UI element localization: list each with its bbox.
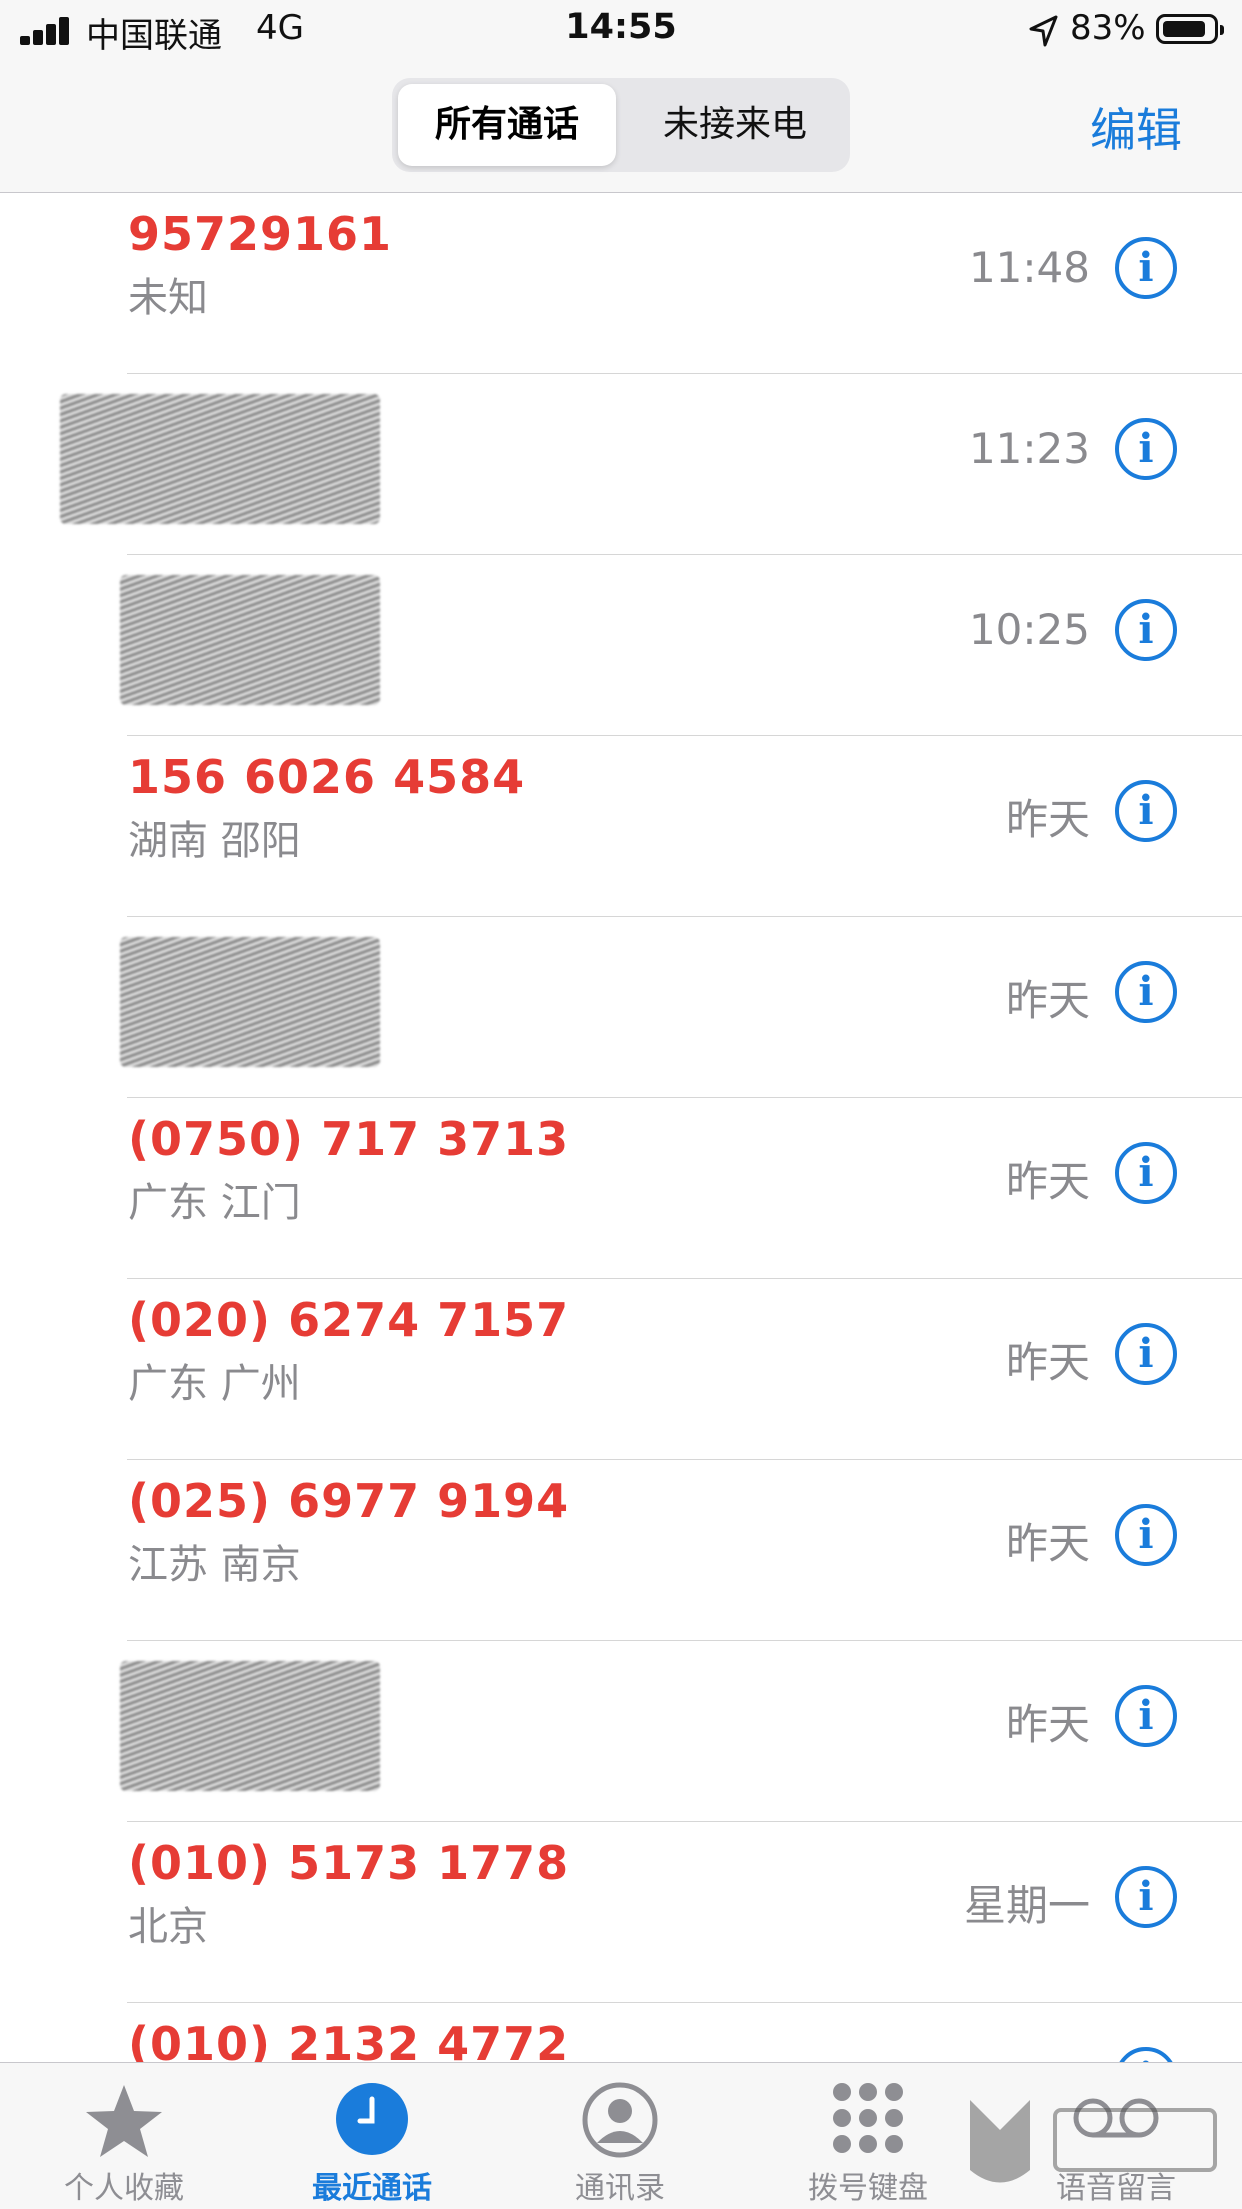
status-bar: 中国联通 4G 14:55 83%: [0, 0, 1242, 62]
call-time: 星期一: [963, 1881, 1090, 1930]
edit-button[interactable]: 编辑: [1090, 94, 1182, 160]
caller-location: 广东 江门: [128, 1180, 301, 1226]
call-row[interactable]: 11:23 i: [0, 374, 1242, 555]
call-time: 11:48: [968, 243, 1090, 292]
caller-location: 北京: [128, 1904, 208, 1950]
caller-number: (020) 6274 7157: [128, 1293, 570, 1347]
info-icon[interactable]: i: [1115, 1323, 1177, 1385]
call-row[interactable]: 昨天 i: [0, 917, 1242, 1098]
caller-number: (0750) 717 3713: [128, 1112, 570, 1166]
info-icon[interactable]: i: [1115, 1504, 1177, 1566]
info-icon[interactable]: i: [1115, 961, 1177, 1023]
call-row[interactable]: 昨天 i: [0, 1641, 1242, 1822]
caller-number: (010) 5173 1778: [128, 1836, 570, 1890]
info-icon[interactable]: i: [1115, 1866, 1177, 1928]
call-time: 昨天: [1005, 1338, 1090, 1387]
call-row[interactable]: (025) 6977 9194 江苏 南京 昨天 i: [0, 1460, 1242, 1641]
star-icon: [86, 2085, 162, 2157]
caller-location: 湖南 邵阳: [128, 818, 301, 864]
segment-all-calls[interactable]: 所有通话: [398, 84, 616, 166]
call-row[interactable]: 95729161 未知 11:48 i: [0, 193, 1242, 374]
info-icon[interactable]: i: [1115, 1685, 1177, 1747]
tab-keypad[interactable]: 拨号键盘: [744, 2063, 992, 2209]
caller-number: (025) 6977 9194: [128, 1474, 570, 1528]
redaction-scribble: [120, 937, 380, 1067]
recent-calls-list: 95729161 未知 11:48 i 11:23 i 10:25 i 156 6026 458…: [0, 193, 1242, 2184]
tab-label: 最近通话: [312, 2171, 432, 2206]
call-row[interactable]: (010) 5173 1778 北京 星期一 i: [0, 1822, 1242, 2003]
tab-label: 通讯录: [575, 2171, 665, 2206]
call-time: 昨天: [1005, 976, 1090, 1025]
call-row[interactable]: 10:25 i: [0, 555, 1242, 736]
battery-percentage: 83%: [1070, 8, 1146, 48]
call-filter-segmented-control: 所有通话 未接来电: [392, 78, 850, 172]
call-time: 10:25: [968, 605, 1090, 654]
redaction-scribble: [120, 1661, 380, 1791]
black-cat-watermark-logo: [970, 2100, 1217, 2183]
navigation-bar: 所有通话 未接来电 编辑: [0, 62, 1242, 193]
call-time: 昨天: [1005, 1157, 1090, 1206]
caller-number: 95729161: [128, 207, 393, 261]
call-time: 昨天: [1005, 1700, 1090, 1749]
info-icon[interactable]: i: [1115, 780, 1177, 842]
tab-label: 个人收藏: [64, 2171, 184, 2206]
clock-icon: [336, 2083, 408, 2155]
segment-missed-calls[interactable]: 未接来电: [626, 84, 844, 166]
info-icon[interactable]: i: [1115, 418, 1177, 480]
call-row[interactable]: (020) 6274 7157 广东 广州 昨天 i: [0, 1279, 1242, 1460]
battery-icon: [1156, 14, 1224, 44]
call-time: 昨天: [1005, 1519, 1090, 1568]
caller-location: 江苏 南京: [128, 1542, 301, 1588]
tab-favorites[interactable]: 个人收藏: [0, 2063, 248, 2209]
redaction-scribble: [120, 575, 380, 705]
call-time: 昨天: [1005, 795, 1090, 844]
caller-location: 广东 广州: [128, 1361, 301, 1407]
tab-contacts[interactable]: 通讯录: [496, 2063, 744, 2209]
location-arrow-icon: [1029, 15, 1058, 47]
call-row[interactable]: 156 6026 4584 湖南 邵阳 昨天 i: [0, 736, 1242, 917]
call-time: 11:23: [968, 424, 1090, 473]
caller-location: 未知: [128, 275, 208, 321]
info-icon[interactable]: i: [1115, 237, 1177, 299]
contact-icon: [582, 2082, 658, 2158]
keypad-icon: [831, 2081, 905, 2155]
call-row[interactable]: (0750) 717 3713 广东 江门 昨天 i: [0, 1098, 1242, 1279]
tab-recents[interactable]: 最近通话: [248, 2063, 496, 2209]
redaction-scribble: [60, 394, 380, 524]
info-icon[interactable]: i: [1115, 1142, 1177, 1204]
caller-number: 156 6026 4584: [128, 750, 526, 804]
info-icon[interactable]: i: [1115, 599, 1177, 661]
tab-label: 拨号键盘: [808, 2171, 928, 2206]
